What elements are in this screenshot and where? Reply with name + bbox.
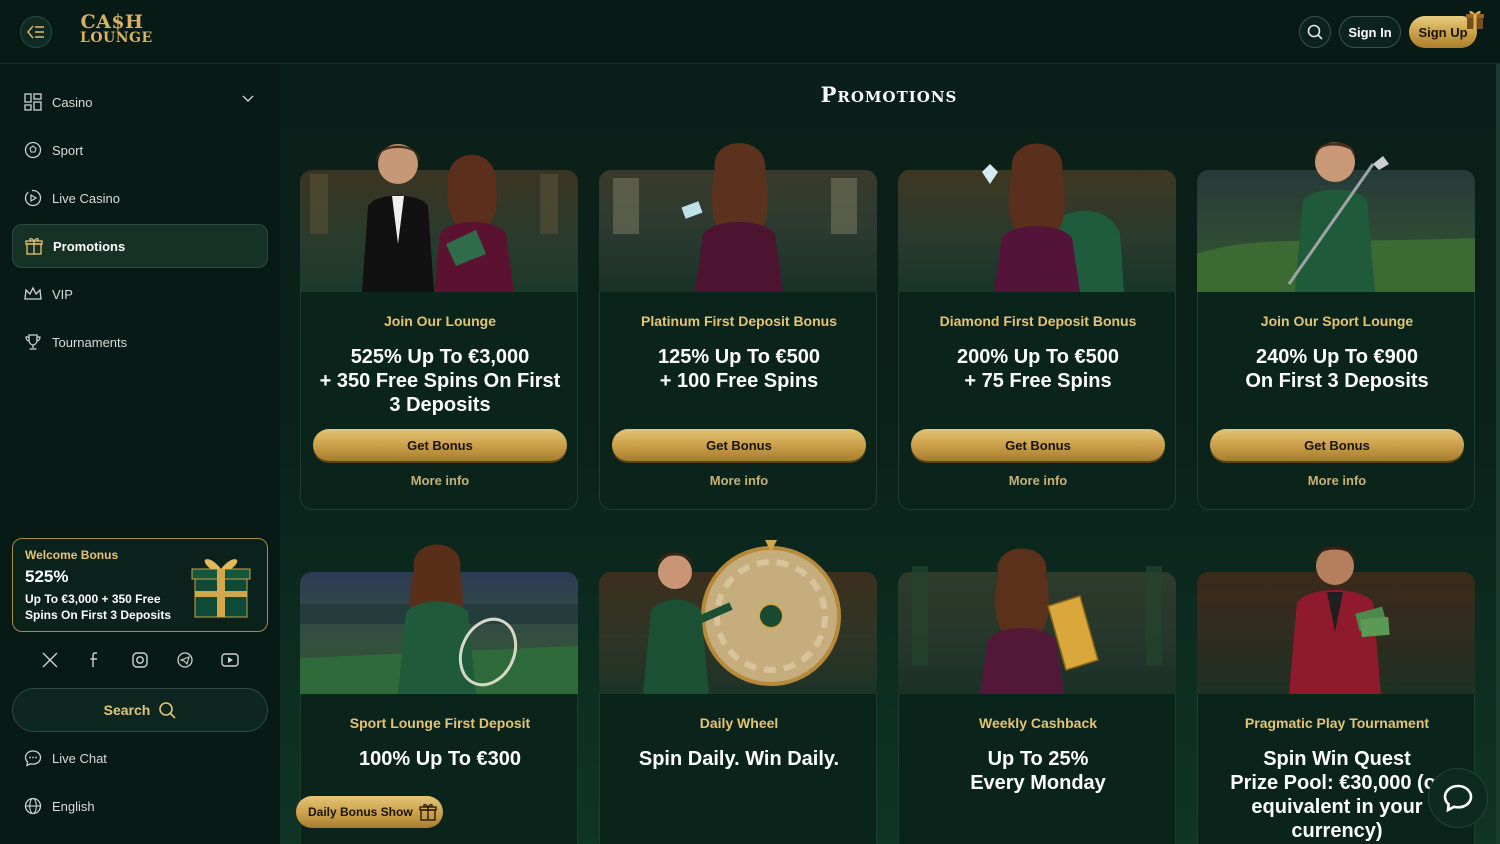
promo-image: [300, 544, 578, 694]
language-selector[interactable]: English: [12, 784, 268, 828]
more-info-link[interactable]: More info: [899, 473, 1177, 488]
live-play-icon: [24, 189, 42, 207]
get-bonus-button[interactable]: Get Bonus: [1210, 429, 1464, 461]
brand-logo[interactable]: CA$H LOUNGE: [80, 13, 152, 47]
chat-bubble-icon: [24, 749, 42, 767]
sidebar-item-label: Sport: [52, 142, 84, 158]
sidebar-toggle-button[interactable]: [20, 16, 52, 48]
top-header: CA$H LOUNGE Sign In Sign Up: [0, 0, 1500, 64]
main-content: Promotions Join Our Lounge 525% Up To €3…: [280, 64, 1500, 844]
sidebar-item-casino[interactable]: Casino: [12, 80, 268, 124]
youtube-icon[interactable]: [220, 650, 240, 670]
chat-icon: [1443, 784, 1473, 812]
sidebar-item-live-chat[interactable]: Live Chat: [12, 736, 268, 780]
promo-image: [1197, 142, 1475, 292]
sidebar-item-tournaments[interactable]: Tournaments: [12, 320, 268, 364]
promo-card[interactable]: Weekly Cashback Up To 25% Every Monday: [898, 548, 1176, 844]
promo-headline: 100% Up To €300: [359, 748, 521, 770]
instagram-icon[interactable]: [130, 650, 150, 670]
more-info-link[interactable]: More info: [301, 473, 579, 488]
gift-icon: [25, 237, 43, 255]
sidebar-item-promotions[interactable]: Promotions: [12, 224, 268, 268]
promo-image: [599, 540, 877, 694]
page-title: Promotions: [820, 82, 958, 107]
promo-card[interactable]: Daily Wheel Spin Daily. Win Daily.: [599, 540, 877, 844]
gift-icon: [419, 803, 437, 821]
sidebar-item-live-casino[interactable]: Live Casino: [12, 176, 268, 220]
promo-category: Pragmatic Play Tournament: [1244, 715, 1430, 731]
chevron-down-icon[interactable]: [242, 95, 254, 103]
facebook-icon[interactable]: [85, 650, 105, 670]
promo-card[interactable]: Join Our Sport Lounge 240% Up To €900 On…: [1197, 142, 1476, 510]
more-info-link[interactable]: More info: [1198, 473, 1476, 488]
sidebar-item-sport[interactable]: Sport: [12, 128, 268, 172]
gift-box-icon: [191, 559, 251, 618]
sidebar-item-label: Live Casino: [52, 190, 120, 206]
promo-image: [1197, 546, 1475, 694]
promo-category: Join Our Lounge: [384, 313, 496, 329]
get-bonus-button[interactable]: Get Bonus: [911, 429, 1165, 461]
promo-headline: 200% Up To €500 + 75 Free Spins: [957, 346, 1119, 392]
promo-headline: 125% Up To €500 + 100 Free Spins: [658, 346, 820, 392]
sign-in-button[interactable]: Sign In: [1339, 16, 1401, 48]
get-bonus-button[interactable]: Get Bonus: [313, 429, 567, 461]
casino-grid-icon: [24, 93, 42, 111]
sidebar-item-label: English: [52, 798, 95, 814]
promo-category: Diamond First Deposit Bonus: [939, 313, 1137, 329]
social-links: [40, 650, 240, 670]
header-search-button[interactable]: [1299, 16, 1331, 48]
promo-category: Join Our Sport Lounge: [1260, 313, 1414, 329]
daily-bonus-show-button[interactable]: Daily Bonus Show: [296, 796, 443, 828]
promo-headline: Up To 25% Every Monday: [970, 748, 1106, 794]
promo-card[interactable]: Diamond First Deposit Bonus 200% Up To €…: [898, 143, 1177, 510]
sidebar-search-button[interactable]: Search: [12, 688, 268, 732]
get-bonus-button[interactable]: Get Bonus: [612, 429, 866, 461]
promo-card[interactable]: Join Our Lounge 525% Up To €3,000 + 350 …: [300, 144, 579, 510]
promo-headline: Spin Daily. Win Daily.: [638, 748, 840, 770]
welcome-bonus-description: Up To €3,000 + 350 Free Spins On First 3…: [25, 592, 172, 622]
sidebar-item-label: Tournaments: [52, 334, 128, 350]
promo-headline: 525% Up To €3,000 + 350 Free Spins On Fi…: [319, 346, 561, 416]
welcome-bonus-card[interactable]: Welcome Bonus 525% Up To €3,000 + 350 Fr…: [12, 538, 268, 632]
gift-badge-icon: [1466, 10, 1484, 29]
sport-ball-icon: [24, 141, 42, 159]
promo-category: Weekly Cashback: [978, 715, 1098, 731]
crown-icon: [24, 285, 42, 303]
promo-card[interactable]: Platinum First Deposit Bonus 125% Up To …: [599, 143, 878, 510]
sidebar-item-vip[interactable]: VIP: [12, 272, 268, 316]
sidebar-item-label: Live Chat: [52, 750, 107, 766]
promo-category: Platinum First Deposit Bonus: [640, 313, 837, 329]
promo-category: Daily Wheel: [699, 715, 779, 731]
page-scrollbar[interactable]: [1496, 64, 1500, 844]
x-twitter-icon[interactable]: [40, 650, 60, 670]
trophy-icon: [24, 333, 42, 351]
promo-image: [898, 143, 1176, 292]
promo-image: [898, 548, 1176, 694]
collapse-menu-icon: [27, 25, 44, 39]
search-icon: [1307, 24, 1323, 40]
telegram-icon[interactable]: [175, 650, 195, 670]
more-info-link[interactable]: More info: [600, 473, 878, 488]
promo-headline: 240% Up To €900 On First 3 Deposits: [1245, 346, 1429, 392]
search-icon: [158, 701, 176, 719]
promo-image: [599, 143, 877, 292]
sidebar: Casino Sport Live Casino Promotions VIP …: [0, 64, 280, 844]
live-chat-launcher[interactable]: [1428, 768, 1488, 828]
promo-category: Sport Lounge First Deposit: [349, 715, 531, 731]
globe-icon: [24, 797, 42, 815]
promo-image: [300, 144, 578, 292]
sidebar-item-label: Promotions: [53, 238, 126, 254]
sidebar-item-label: Casino: [52, 94, 93, 110]
sidebar-item-label: VIP: [52, 286, 73, 302]
